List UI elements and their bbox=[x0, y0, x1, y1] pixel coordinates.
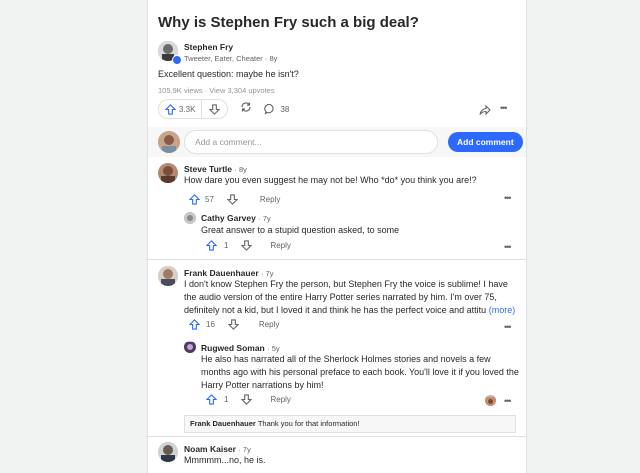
comment-text: Great answer to a stupid question asked,… bbox=[201, 225, 400, 235]
reply-button[interactable]: Reply bbox=[270, 395, 290, 404]
comment-author: Steve Turtle · 8y bbox=[184, 164, 247, 174]
reply-button[interactable]: Reply bbox=[260, 195, 280, 204]
commenter-avatar[interactable] bbox=[184, 212, 196, 224]
share-arrow-icon bbox=[479, 104, 491, 116]
comment-actions: 1 Reply bbox=[201, 240, 291, 251]
comment-bubble-icon bbox=[264, 103, 274, 115]
verified-badge-icon bbox=[172, 55, 182, 65]
answer-text: Excellent question: maybe he isn't? bbox=[158, 69, 299, 79]
refresh-icon bbox=[241, 102, 252, 112]
comment-downvote-button[interactable] bbox=[233, 394, 260, 405]
comment-more-options-icon[interactable]: ••• bbox=[504, 242, 512, 252]
comment-upvote-button[interactable]: 1 bbox=[201, 240, 233, 251]
comment-upvote-count: 1 bbox=[224, 395, 229, 404]
reply-button[interactable]: Reply bbox=[259, 320, 279, 329]
comment-actions: 1 Reply bbox=[201, 394, 291, 405]
comment-count: 38 bbox=[280, 104, 290, 114]
comment-author: Cathy Garvey · 7y bbox=[201, 213, 271, 223]
upvote-arrow-icon bbox=[206, 240, 217, 251]
downvote-arrow-icon bbox=[227, 319, 239, 330]
comment-vote-pill: 57 bbox=[184, 190, 246, 208]
divider bbox=[148, 259, 526, 260]
comment-author: Noam Kaiser · 7y bbox=[184, 444, 251, 454]
answer-age: 8y bbox=[269, 54, 278, 63]
comment-more-options-icon[interactable]: ••• bbox=[504, 396, 512, 406]
commenter-avatar[interactable] bbox=[158, 163, 178, 183]
vote-pill: 3.3K bbox=[158, 99, 229, 119]
commenter-avatar[interactable] bbox=[158, 442, 178, 462]
comment-text: Mmmmm...no, he is. bbox=[184, 455, 266, 465]
comment-downvote-button[interactable] bbox=[219, 193, 246, 205]
comment-upvote-button[interactable]: 16 bbox=[184, 319, 220, 330]
comment-upvote-button[interactable]: 57 bbox=[184, 193, 219, 205]
upvote-arrow-icon bbox=[189, 193, 200, 205]
answer-more-options-icon[interactable]: ••• bbox=[500, 103, 508, 113]
upvote-count: 3.3K bbox=[179, 104, 196, 114]
downvote-arrow-icon bbox=[241, 394, 253, 405]
downvote-arrow-icon bbox=[209, 103, 221, 115]
replier-avatar[interactable] bbox=[485, 395, 496, 406]
divider bbox=[148, 436, 526, 437]
answer-stats[interactable]: 105.9K views · View 3,304 upvotes bbox=[158, 86, 275, 95]
collapsed-reply-text: Thank you for that information! bbox=[257, 419, 360, 428]
add-comment-button[interactable]: Add comment bbox=[448, 132, 523, 152]
more-link[interactable]: (more) bbox=[489, 305, 516, 315]
collapsed-reply-author: Frank Dauenhauer bbox=[190, 419, 256, 428]
question-title[interactable]: Why is Stephen Fry such a big deal? bbox=[158, 14, 419, 31]
comments-button[interactable]: 38 bbox=[264, 103, 289, 115]
answer-author[interactable]: Stephen Fry bbox=[184, 42, 233, 52]
comment-upvote-count: 57 bbox=[205, 194, 214, 204]
reply-button[interactable]: Reply bbox=[270, 241, 290, 250]
comment-text: He also has narrated all of the Sherlock… bbox=[201, 354, 519, 390]
comment-downvote-button[interactable] bbox=[220, 319, 247, 330]
share-cycle-button[interactable] bbox=[240, 100, 252, 118]
answer-action-bar: 3.3K 38 bbox=[158, 99, 289, 119]
comment-actions: 57 Reply bbox=[184, 190, 280, 208]
comment-downvote-button[interactable] bbox=[233, 240, 260, 251]
commenter-avatar[interactable] bbox=[184, 341, 196, 353]
upvote-arrow-icon bbox=[189, 319, 200, 330]
share-button[interactable] bbox=[479, 103, 491, 121]
comment-actions: 16 Reply bbox=[184, 319, 279, 330]
comment-upvote-count: 16 bbox=[206, 320, 215, 329]
comment-text: How dare you even suggest he may not be!… bbox=[184, 175, 477, 185]
comment-input[interactable]: Add a comment... bbox=[184, 130, 438, 154]
answer-meta: Tweeter, Eater, Cheater · 8y bbox=[184, 54, 278, 63]
upvote-arrow-icon bbox=[165, 103, 176, 115]
comment-more-options-icon[interactable]: ••• bbox=[504, 193, 512, 203]
comment-composer: Add a comment... Add comment bbox=[148, 127, 526, 157]
comment-author: Rugwed Soman · 5y bbox=[201, 343, 280, 353]
comment-upvote-button[interactable]: 1 bbox=[201, 394, 233, 405]
current-user-avatar bbox=[158, 131, 180, 153]
comment-author: Frank Dauenhauer · 7y bbox=[184, 268, 274, 278]
upvote-arrow-icon bbox=[206, 394, 217, 405]
collapsed-reply[interactable]: Frank Dauenhauer Thank you for that info… bbox=[184, 415, 516, 433]
downvote-arrow-icon bbox=[241, 240, 253, 251]
comment-text: I don't know Stephen Fry the person, but… bbox=[184, 279, 516, 315]
author-credential[interactable]: Tweeter, Eater, Cheater bbox=[184, 54, 263, 63]
downvote-arrow-icon bbox=[226, 193, 238, 205]
answer-card: Why is Stephen Fry such a big deal? Step… bbox=[147, 0, 527, 473]
upvote-button[interactable]: 3.3K bbox=[159, 100, 203, 118]
comment-upvote-count: 1 bbox=[224, 241, 229, 250]
downvote-button[interactable] bbox=[202, 100, 227, 118]
comment-more-options-icon[interactable]: ••• bbox=[504, 322, 512, 332]
commenter-avatar[interactable] bbox=[158, 266, 178, 286]
